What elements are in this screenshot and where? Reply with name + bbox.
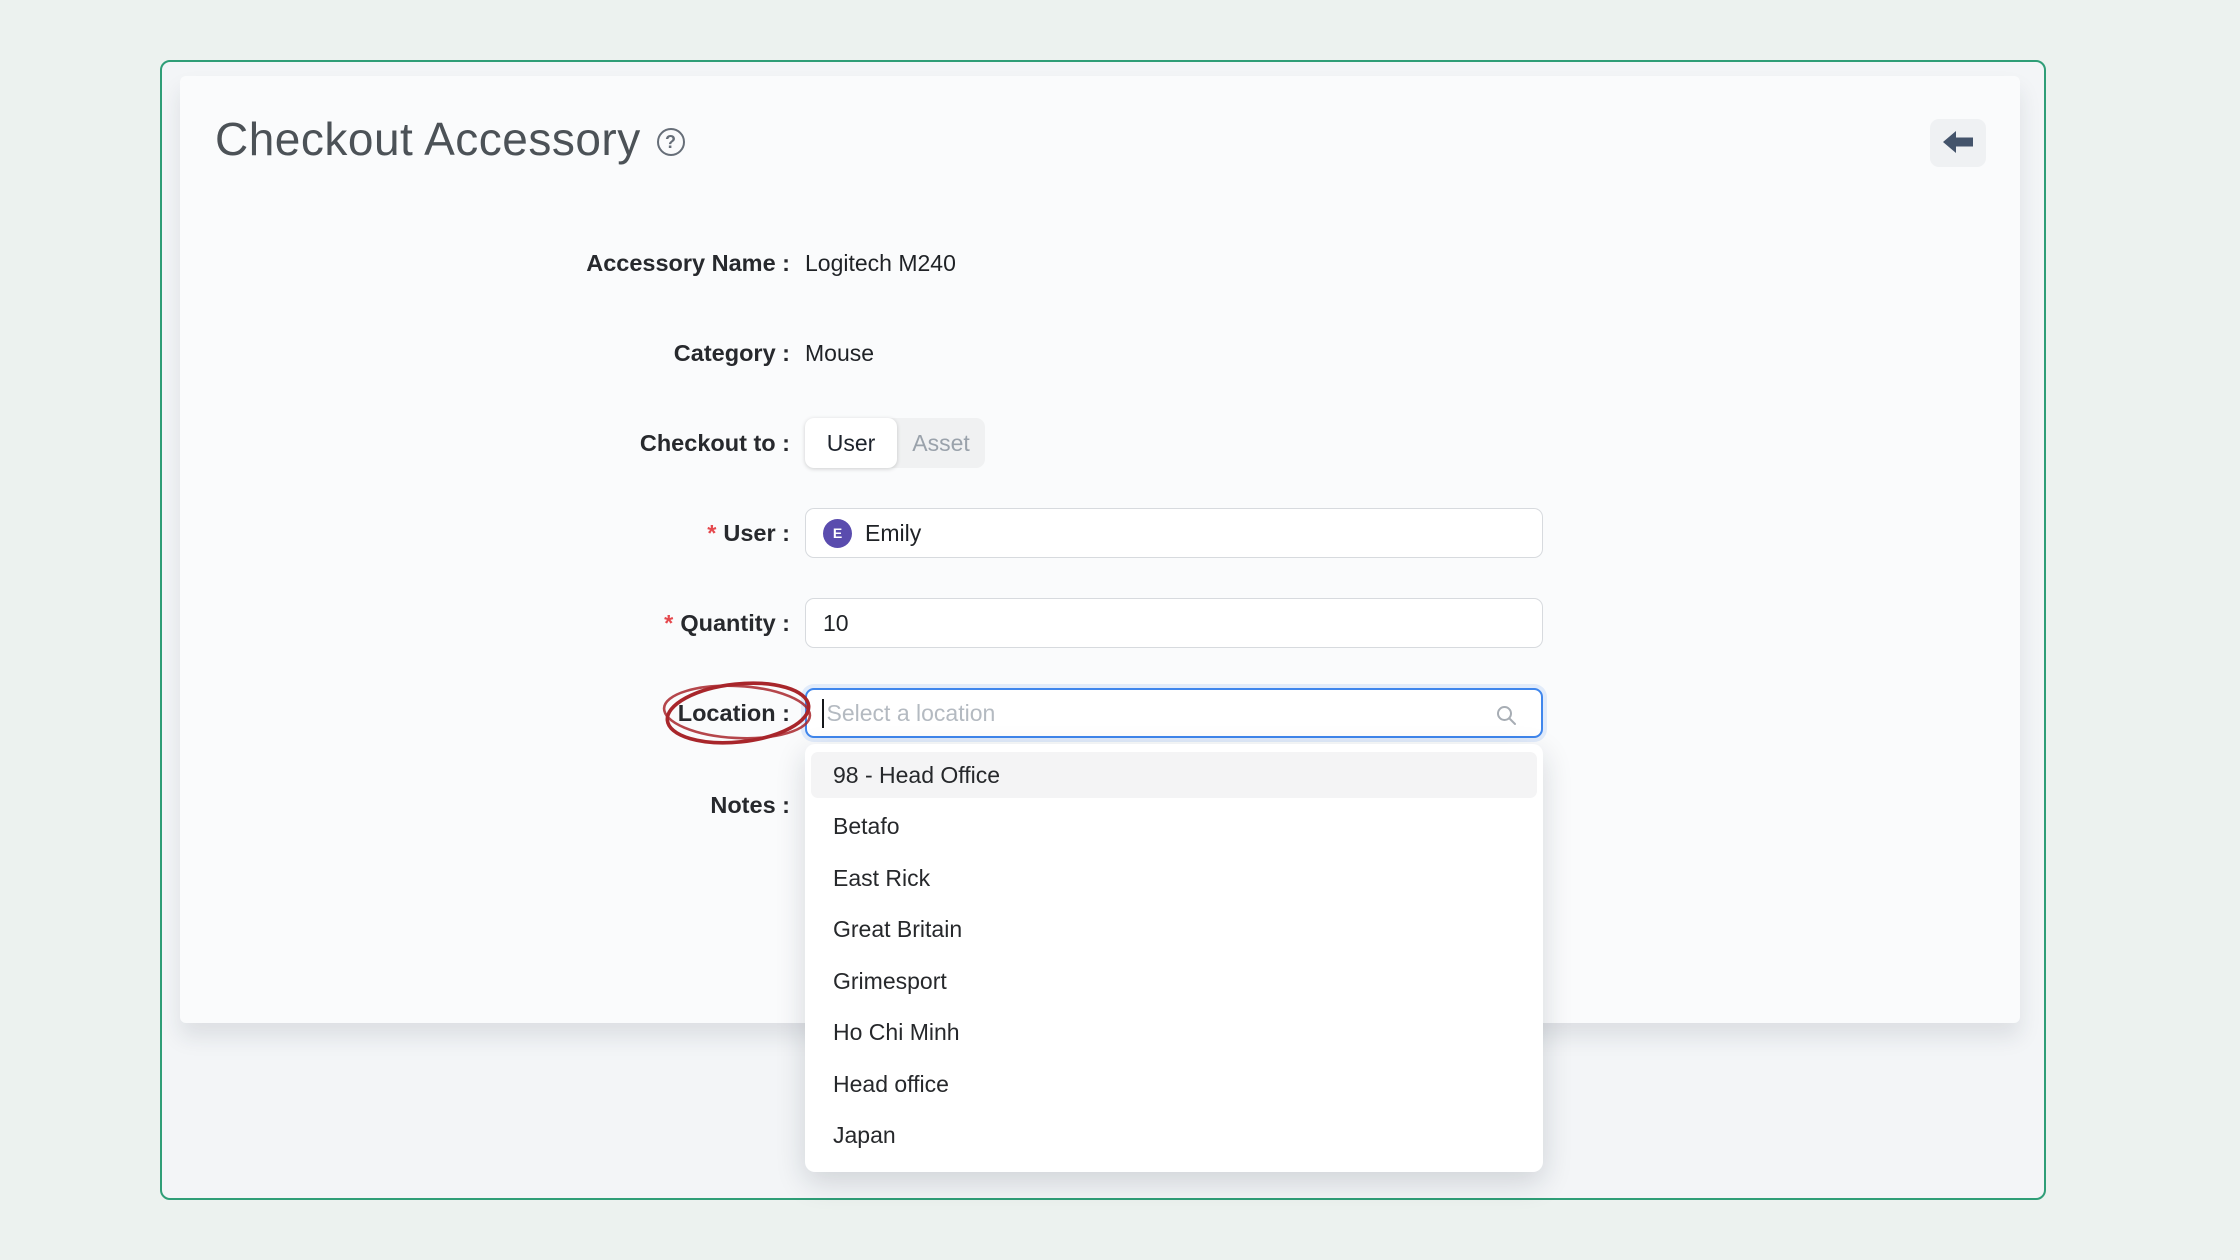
quantity-value: 10 [823, 610, 849, 637]
user-select-field[interactable]: E Emily [805, 508, 1543, 558]
accessory-name-value: Logitech M240 [805, 250, 956, 277]
location-row: Location : Select a location [180, 688, 2020, 738]
accessory-name-row: Accessory Name : Logitech M240 [180, 246, 2020, 280]
dropdown-option[interactable]: 98 - Head Office [811, 752, 1537, 798]
checkout-to-toggle: User Asset [805, 418, 985, 468]
location-search-input[interactable]: Select a location [805, 688, 1543, 738]
checkout-panel: Checkout Accessory ? Accessory Name : Lo… [160, 60, 2046, 1200]
required-asterisk: * [664, 610, 673, 636]
dropdown-option[interactable]: East Rick [811, 855, 1537, 901]
user-row: * User : E Emily [180, 508, 2020, 558]
location-placeholder: Select a location [827, 700, 996, 727]
back-button[interactable] [1930, 119, 1986, 167]
dropdown-option[interactable]: Grimesport [811, 958, 1537, 1004]
dropdown-option[interactable]: Head office [811, 1061, 1537, 1107]
search-icon [1495, 704, 1517, 731]
user-label: * User : [180, 520, 790, 547]
quantity-label: * Quantity : [180, 610, 790, 637]
dropdown-option[interactable]: Ho Chi Minh [811, 1010, 1537, 1056]
category-label: Category : [180, 340, 790, 367]
checkout-card: Checkout Accessory ? Accessory Name : Lo… [180, 76, 2020, 1023]
user-avatar: E [823, 519, 852, 548]
back-arrow-icon [1943, 131, 1973, 156]
quantity-label-text: Quantity : [680, 610, 790, 636]
page-title-text: Checkout Accessory [215, 112, 641, 166]
quantity-input[interactable]: 10 [805, 598, 1543, 648]
user-label-text: User : [723, 520, 790, 546]
location-label: Location : [180, 700, 790, 727]
toggle-option-user[interactable]: User [805, 418, 897, 468]
category-value: Mouse [805, 340, 874, 367]
quantity-row: * Quantity : 10 [180, 598, 2020, 648]
checkout-to-label: Checkout to : [180, 430, 790, 457]
help-icon[interactable]: ? [657, 128, 685, 156]
category-row: Category : Mouse [180, 336, 2020, 370]
location-dropdown: 98 - Head Office Betafo East Rick Great … [805, 744, 1543, 1172]
toggle-option-asset[interactable]: Asset [897, 418, 985, 468]
dropdown-option[interactable]: Great Britain [811, 907, 1537, 953]
dropdown-option[interactable]: Betafo [811, 804, 1537, 850]
user-value: Emily [865, 520, 921, 547]
text-caret [822, 699, 824, 728]
checkout-to-row: Checkout to : User Asset [180, 418, 2020, 468]
accessory-name-label: Accessory Name : [180, 250, 790, 277]
required-asterisk: * [707, 520, 716, 546]
dropdown-option[interactable]: Japan [811, 1113, 1537, 1159]
page-title: Checkout Accessory ? [215, 112, 685, 166]
notes-label: Notes : [180, 792, 790, 819]
